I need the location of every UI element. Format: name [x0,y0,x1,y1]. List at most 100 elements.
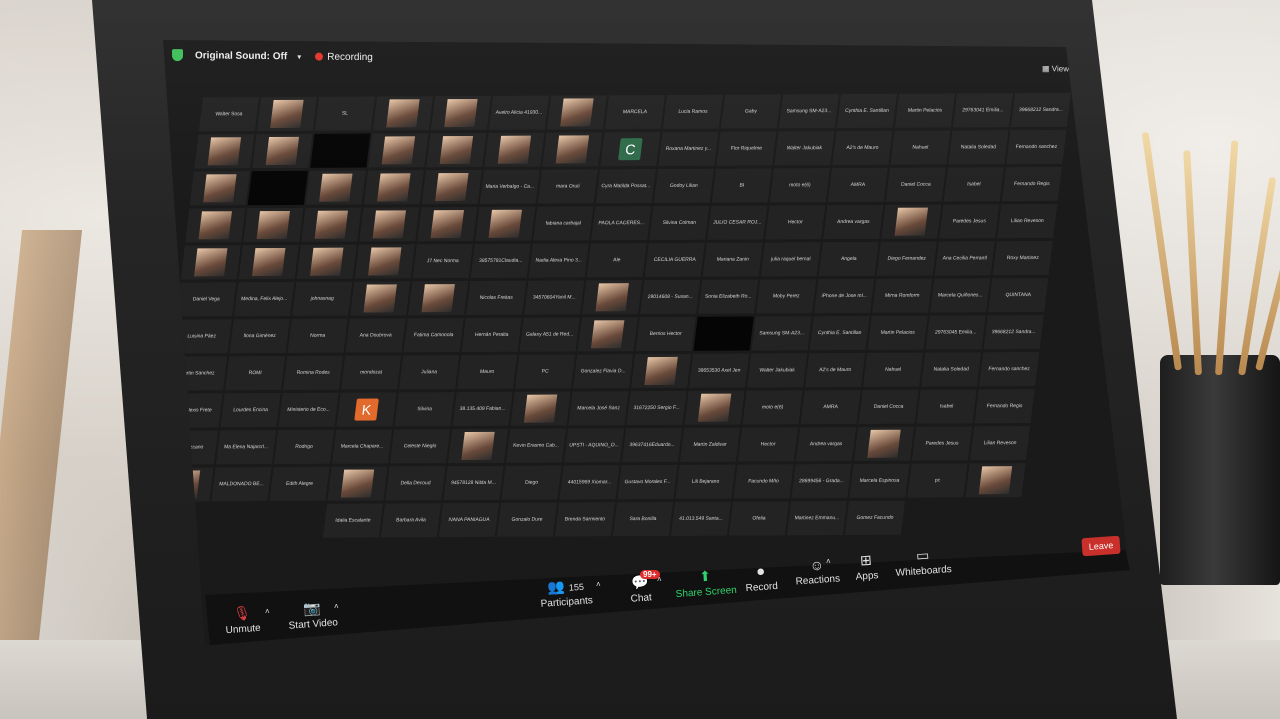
participant-tile[interactable]: Paredes Jesus [911,426,973,461]
participant-tile[interactable]: Martin Pelacios [867,315,928,350]
participant-tile[interactable]: Juliana [399,355,460,390]
participant-tile[interactable]: Berrios Hector [635,316,696,352]
participant-tile[interactable]: Nadia Alexa Pino 3... [528,243,589,278]
participant-tile[interactable]: CECILIA GUERRA [644,242,705,278]
participant-tile[interactable]: Gonzalo Dure [496,502,558,537]
participant-tile[interactable]: Fernando Regis [974,389,1035,424]
unmute-options-chevron[interactable]: ˄ [265,607,270,616]
participant-tile[interactable]: Sara Bonilla [612,501,674,537]
participant-tile[interactable] [881,204,942,239]
participant-tile[interactable]: Lourdes Encina [220,392,281,428]
participant-tile[interactable]: Ana Cecilia Perrantl [934,241,995,276]
participant-tile[interactable]: iPhone de Jose ml... [814,278,875,314]
participant-tile[interactable]: 44015969 Xiomar... [559,465,620,500]
participant-tile[interactable]: Moby Perez [756,279,817,314]
participant-tile[interactable]: johnasnag [292,281,353,316]
reactions-button[interactable]: ☺ Reactions [794,555,840,588]
participant-tile[interactable]: Gonzalez Flavia D... [573,354,634,389]
chevron-down-icon[interactable]: ▾ [297,52,301,61]
participant-tile[interactable]: Brenda Sarmiento [554,502,616,537]
participant-tile[interactable] [185,208,246,243]
participant-tile[interactable]: Celeste Nieglo [389,429,451,464]
participant-tile[interactable]: Roxana Martinez y... [658,131,719,167]
participant-tile[interactable]: Romina Rodes [283,355,344,390]
participant-tile[interactable]: 38653530 Axel Jen [689,353,750,388]
participant-tile[interactable]: Avelro Alicia 41930... [488,95,549,130]
participant-tile[interactable]: 39637416Eduardo... [621,427,683,463]
participant-tile[interactable]: Silvina [394,392,455,427]
participant-tile[interactable]: julia raquel bernal [760,242,821,277]
participant-tile[interactable]: Ma Elena Najarcrl... [215,430,277,465]
participant-tile[interactable]: A2's de Mauro [832,130,893,166]
participant-tile[interactable]: 94578128 Nilda M... [443,465,504,501]
participants-button[interactable]: 👥 155 Participants [539,576,593,610]
participant-tile[interactable] [417,206,478,242]
participant-tile[interactable]: 39668212 Sandra... [1010,92,1071,128]
participant-tile[interactable]: 28014608 - Susan... [640,279,701,315]
participant-tile[interactable]: Natalia Soledad [948,130,1009,165]
start-video-options-chevron[interactable]: ˄ [334,602,339,611]
participant-tile[interactable]: Gomez Facundo [844,500,906,536]
participant-tile[interactable]: Paredes Jesus [939,204,1000,239]
participant-tile[interactable]: Barbara Avila [380,503,442,538]
participant-tile[interactable]: 34570604Yanil M... [524,280,585,315]
participant-tile[interactable]: Samsung SM-A23... [751,316,812,351]
participant-tile[interactable] [684,390,745,425]
participant-tile[interactable]: Maria Verbalgo - Ca... [479,169,540,204]
participant-tile[interactable] [243,207,304,243]
participant-tile[interactable]: Medina, Felix Alejo... [234,281,295,317]
participant-tile[interactable] [368,133,429,168]
participant-tile[interactable] [256,96,317,132]
participant-tile[interactable]: Marcela Chapare... [331,429,393,464]
participant-tile[interactable]: fabiana carbajal [533,206,594,241]
participant-tile[interactable]: Lilian Reveson [969,426,1031,461]
participant-tile[interactable]: Marcela Quiñones... [930,278,991,313]
participant-tile[interactable]: Martin Pelacios [894,93,955,128]
participant-tile[interactable]: Ale [586,243,647,278]
participant-tile[interactable] [372,96,433,131]
participant-tile[interactable] [510,391,571,426]
participant-tile[interactable]: ROMI [225,355,286,391]
participant-tile[interactable] [359,207,420,242]
participant-tile[interactable] [631,353,692,389]
participant-tile[interactable] [363,170,424,205]
participant-tile[interactable]: Andrea vargas [823,204,884,240]
participant-tile[interactable]: Angela [818,241,879,277]
participant-tile[interactable]: pc [907,463,968,498]
participant-tile[interactable] [421,169,482,205]
participant-tile[interactable]: Facundo Mño [733,464,794,499]
participant-tile[interactable] [408,281,469,316]
participant-tile[interactable] [965,463,1026,498]
participant-tile[interactable]: Galaxy A51 de Red... [519,317,580,352]
participant-tile[interactable]: Hector [737,427,799,462]
participant-tile[interactable]: UPSTI - AQUINO_O... [563,428,625,463]
participant-tile[interactable]: 29763041 Emilia... [952,93,1013,128]
participant-tile[interactable]: Walter Sosa [198,97,259,132]
participant-tile[interactable]: Isabel [943,167,1004,202]
participant-tile[interactable] [296,244,357,279]
participant-tile[interactable]: Mauro [457,354,518,390]
participant-tile[interactable]: Lucia Ramos [662,94,723,129]
participant-tile[interactable]: Ministerio de Eco... [278,392,339,428]
participant-tile[interactable]: mondozat [341,355,402,390]
participant-tile[interactable]: Walter Jakubiak [774,131,835,166]
participant-tile[interactable] [577,317,638,352]
participant-tile[interactable]: Gustavo Morales F... [617,464,678,500]
participant-tile[interactable] [426,132,487,168]
participant-tile[interactable]: Hernán Peralta [461,317,522,353]
participant-tile[interactable]: Diego Fernandez [876,241,937,276]
participant-tile[interactable]: 38575781Claudia... [470,243,531,278]
participant-tile[interactable]: Sonia Elizabeth Ro... [698,279,759,314]
participant-tile[interactable]: Samsung SM-A23... [778,94,839,129]
participant-tile[interactable]: moto e(6) [742,390,803,425]
participant-tile[interactable]: JULIO CESAR ROJ... [707,205,768,240]
participant-tile[interactable]: Martin Zaldivar [679,427,741,462]
participant-tile[interactable]: Della Decoud [385,466,446,501]
unmute-button[interactable]: 🎙 Unmute [224,604,261,636]
participants-options-chevron[interactable]: ˄ [596,580,601,589]
participant-tile[interactable]: PC [515,354,576,389]
participant-tile[interactable]: Gaby [720,94,781,129]
participant-tile[interactable]: SL [314,96,375,131]
reactions-options-chevron[interactable]: ˄ [826,557,831,566]
participant-tile[interactable]: Diego [501,465,562,500]
